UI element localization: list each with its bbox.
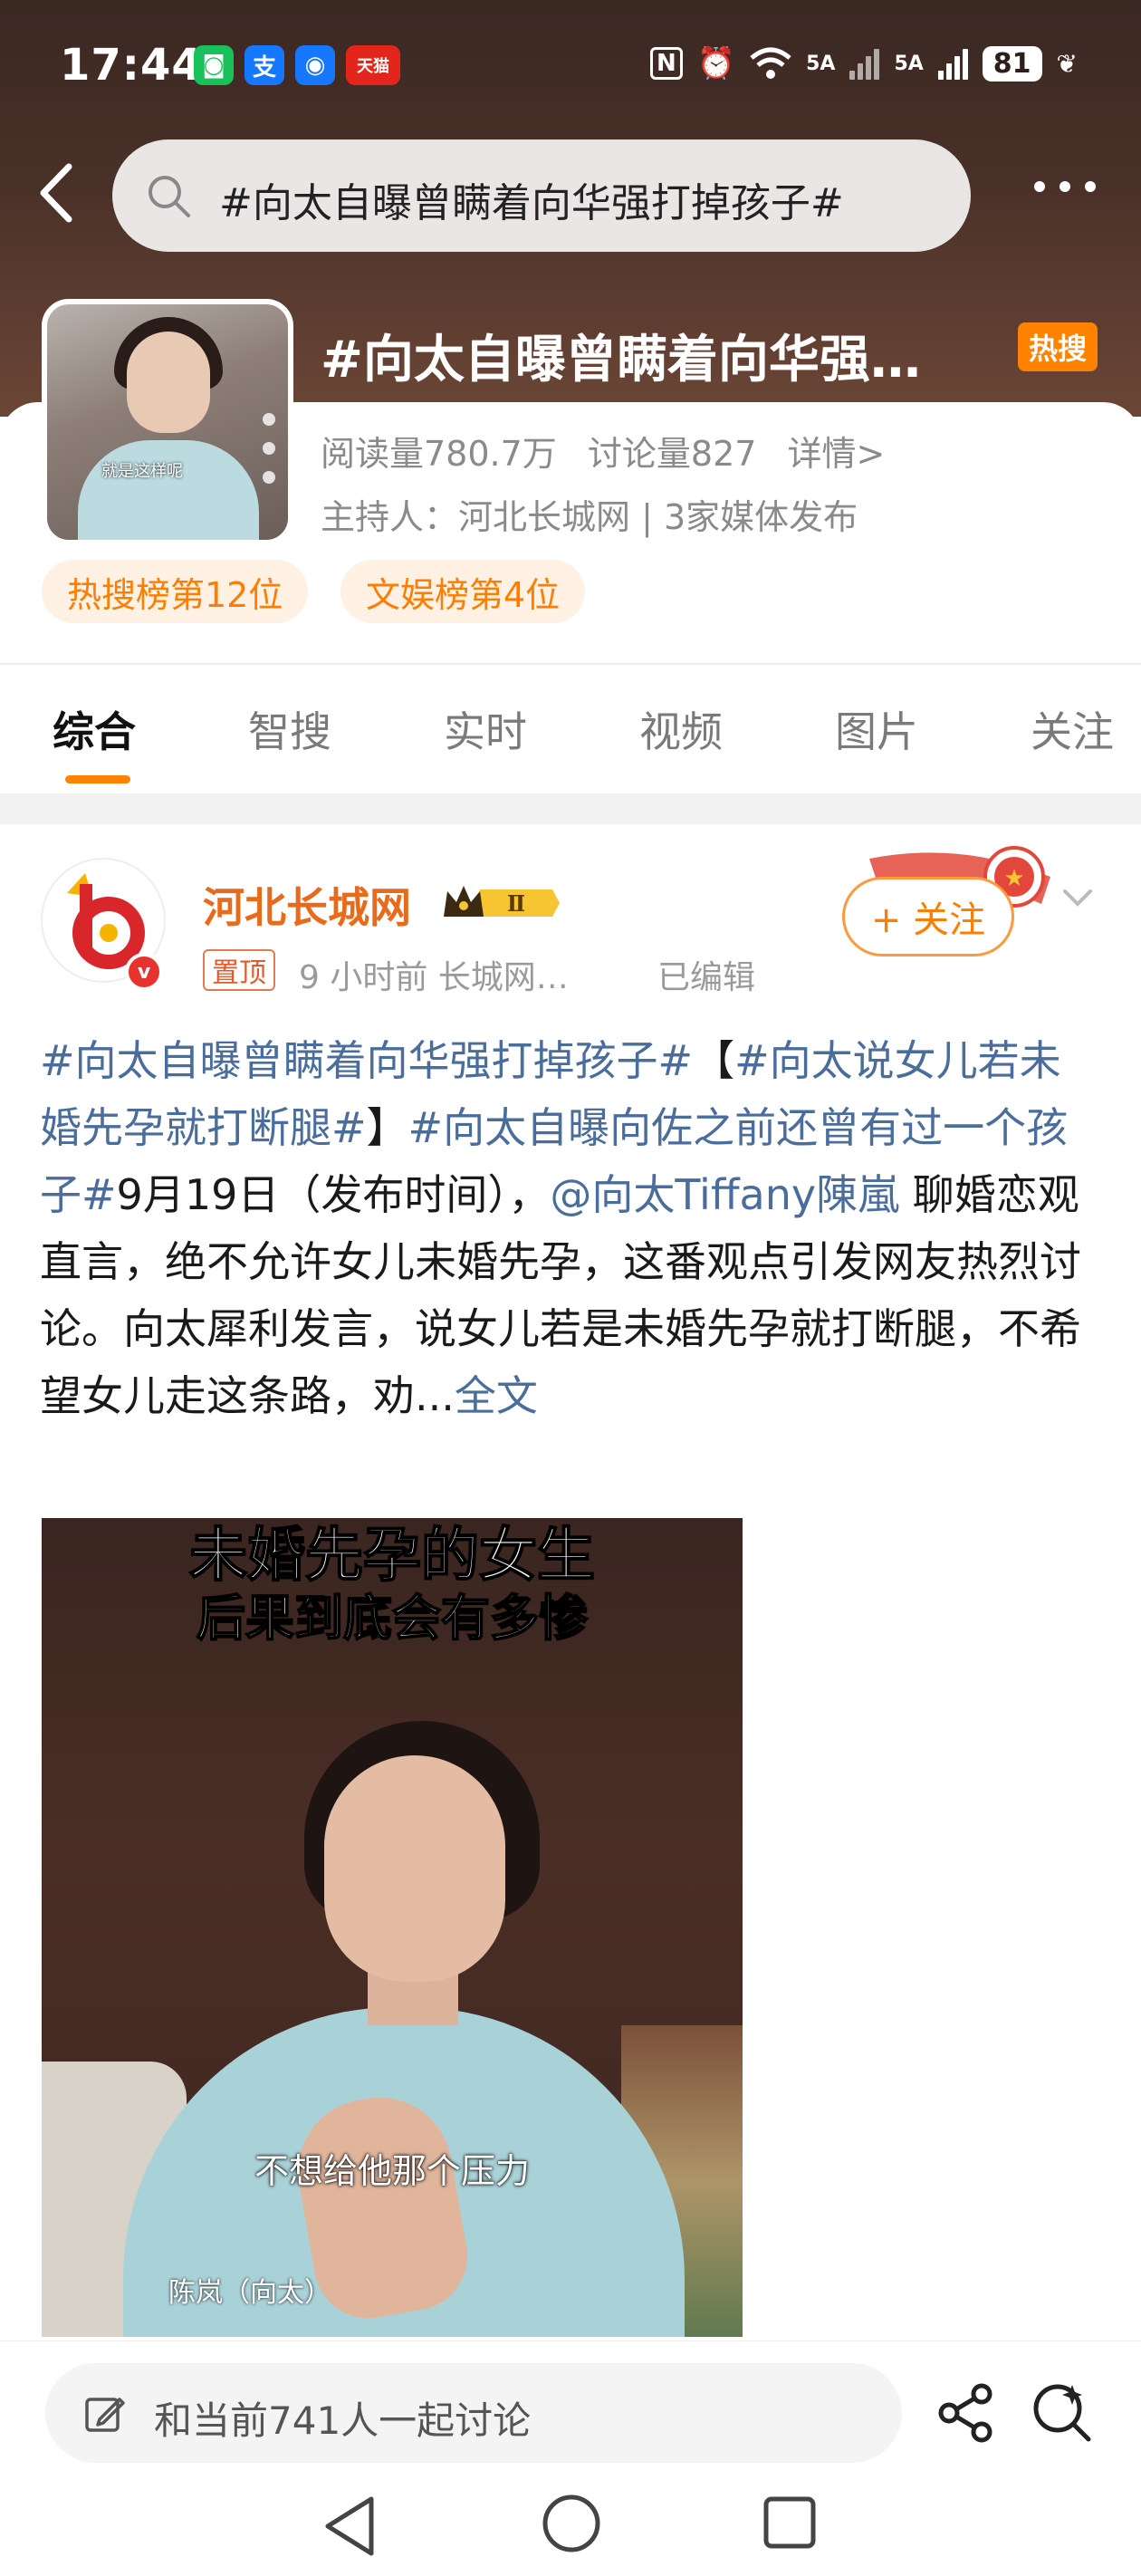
post-text-segment: 【 bbox=[693, 1036, 735, 1085]
chevron-down-icon[interactable] bbox=[1060, 879, 1096, 915]
nfc-icon: N bbox=[649, 47, 683, 80]
hashtag-link[interactable]: #向太自曝曾瞒着向华强打掉孩子# bbox=[40, 1036, 693, 1085]
rank-badge-hot-search[interactable]: 热搜榜第12位 bbox=[42, 560, 309, 623]
read-count: 阅读量780.7万 bbox=[321, 434, 557, 474]
topic-host[interactable]: 主持人：河北长城网 | 3家媒体发布 bbox=[321, 489, 858, 539]
tab-video[interactable]: 视频 bbox=[639, 699, 723, 759]
tab-following[interactable]: 关注 bbox=[1031, 699, 1114, 759]
post-video-thumbnail[interactable]: 未婚先孕的女生 后果到底会有多惨 不想给他那个压力 陈岚（向太） bbox=[42, 1518, 743, 2337]
post-text-segment: 】 bbox=[366, 1103, 408, 1152]
post-time-source: 9 小时前 长城网… bbox=[299, 959, 569, 996]
video-name-tag: 陈岚（向太） bbox=[168, 2277, 331, 2309]
follow-button[interactable]: + 关注 bbox=[842, 877, 1014, 956]
signal1-icon bbox=[849, 47, 880, 80]
tab-realtime[interactable]: 实时 bbox=[444, 699, 527, 759]
author-name[interactable]: 河北长城网 bbox=[203, 875, 411, 935]
comment-placeholder: 和当前741人一起讨论 bbox=[154, 2398, 532, 2443]
nav-back-icon[interactable] bbox=[321, 2494, 380, 2559]
tab-smart-search[interactable]: 智搜 bbox=[248, 699, 331, 759]
edit-icon bbox=[85, 2398, 125, 2432]
bottom-bar: 和当前741人一起讨论 bbox=[0, 2341, 1141, 2576]
divider bbox=[0, 663, 1141, 665]
edited-label[interactable]: 已编辑 bbox=[657, 951, 755, 998]
level-text: Ⅱ bbox=[507, 890, 525, 917]
status-time: 17:44 bbox=[60, 40, 203, 91]
verified-badge-icon: v bbox=[125, 953, 163, 991]
read-more-link[interactable]: 全文 bbox=[455, 1371, 538, 1420]
mention-link[interactable]: @向太Tiffany陳嵐 bbox=[550, 1170, 899, 1219]
search-icon bbox=[149, 176, 190, 217]
charging-leaf-icon: ❦ bbox=[1056, 48, 1078, 79]
nav-home-icon[interactable] bbox=[542, 2494, 601, 2553]
status-right: N ⏰ 5A 5A 81 ❦ bbox=[649, 45, 1078, 82]
more-options-icon[interactable] bbox=[1034, 181, 1096, 192]
comment-input[interactable]: 和当前741人一起讨论 bbox=[45, 2363, 902, 2463]
status-bar: 17:44 ◙ 支 ◉ 天猫 N ⏰ 5A 5A 81 ❦ bbox=[0, 0, 1141, 136]
battery-level: 81 bbox=[982, 45, 1042, 82]
miniapp-icon: ◙ bbox=[194, 45, 234, 85]
video-subtitle: 不想给他那个压力 bbox=[254, 2151, 530, 2191]
video-caption-line2: 后果到底会有多惨 bbox=[196, 1588, 589, 1648]
alarm-icon: ⏰ bbox=[696, 45, 736, 82]
back-arrow-icon[interactable] bbox=[34, 161, 80, 225]
wifi-icon bbox=[750, 47, 791, 79]
post-text-segment: 9月19日（发布时间）， bbox=[116, 1170, 551, 1219]
tmall-icon: 天猫 bbox=[346, 45, 400, 85]
details-link[interactable]: 详情> bbox=[788, 434, 886, 474]
signal2-icon bbox=[937, 47, 968, 80]
discuss-count: 讨论量827 bbox=[587, 434, 757, 474]
active-tab-indicator bbox=[65, 775, 130, 783]
post-body: #向太自曝曾瞒着向华强打掉孩子#【#向太说女儿若未婚先孕就打断腿#】#向太自曝向… bbox=[40, 1027, 1101, 1429]
topic-cover-image[interactable]: 就是这样呢 bbox=[42, 299, 293, 545]
hot-badge: 热搜 bbox=[1018, 322, 1098, 371]
share-icon[interactable] bbox=[935, 2381, 998, 2445]
topic-title: #向太自曝曾瞒着向华强… bbox=[321, 331, 921, 389]
sim1-label: 5A bbox=[806, 52, 836, 75]
svg-text:★: ★ bbox=[1003, 865, 1024, 892]
alipay-icon: 支 bbox=[244, 45, 284, 85]
tab-pictures[interactable]: 图片 bbox=[835, 699, 918, 759]
rank-badge-entertainment[interactable]: 文娱榜第4位 bbox=[340, 560, 586, 623]
message-app-icon: ◉ bbox=[295, 45, 335, 85]
section-gap bbox=[0, 793, 1141, 824]
search-query: #向太自曝曾瞒着向华强打掉孩子# bbox=[219, 180, 844, 226]
member-level-badge-icon: Ⅱ bbox=[444, 886, 560, 917]
topic-stats: 阅读量780.7万 讨论量827 详情> bbox=[321, 426, 905, 476]
pinned-badge: 置顶 bbox=[203, 949, 275, 991]
tab-comprehensive[interactable]: 综合 bbox=[53, 699, 136, 759]
ai-search-icon[interactable] bbox=[1029, 2379, 1094, 2445]
cover-caption: 就是这样呢 bbox=[101, 462, 183, 481]
sim2-label: 5A bbox=[894, 52, 924, 75]
search-bar[interactable]: #向太自曝曾瞒着向华强打掉孩子# bbox=[112, 139, 971, 252]
nav-recents-icon[interactable] bbox=[762, 2495, 817, 2550]
